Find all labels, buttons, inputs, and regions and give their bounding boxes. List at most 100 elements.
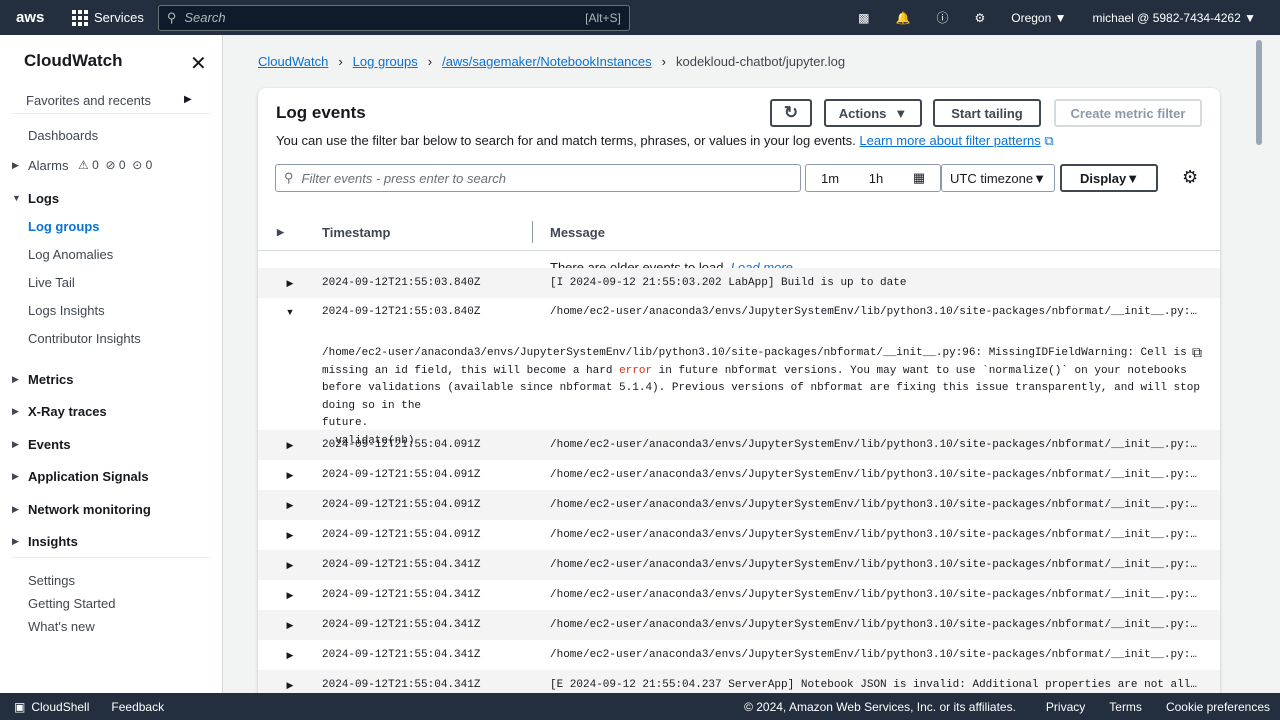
expand-all-icon[interactable]: ▶ — [277, 227, 284, 238]
caret-right-icon[interactable]: ▶ — [12, 406, 19, 417]
search-input[interactable]: ⚲ Search [Alt+S] — [157, 4, 630, 31]
settings-gear-icon[interactable]: ⚙ — [1182, 167, 1198, 188]
log-event-row[interactable]: ▶ 2024-09-12T21:55:04.091Z/home/ec2-user/… — [258, 460, 1220, 490]
caret-down-icon[interactable]: ▼ — [12, 193, 21, 203]
description-text: You can use the filter bar below to sear… — [276, 133, 856, 148]
feedback-link[interactable]: Feedback — [111, 700, 164, 714]
region-label: Oregon — [1011, 10, 1052, 25]
column-message[interactable]: Message — [550, 225, 605, 240]
aws-logo[interactable]: aws — [16, 9, 56, 26]
log-event-row[interactable]: ▶ 2024-09-12T21:55:04.341Z/home/ec2-user/… — [258, 580, 1220, 610]
log-event-row[interactable]: ▼ 2024-09-12T21:55:03.840Z/home/ec2-user/… — [258, 297, 1220, 327]
column-timestamp[interactable]: Timestamp — [322, 225, 390, 240]
help-icon[interactable]: ⓘ — [936, 9, 948, 26]
sidebar-item-dashboards[interactable]: Dashboards — [28, 128, 98, 143]
sidebar-item-logs-insights[interactable]: Logs Insights — [28, 303, 105, 318]
services-menu[interactable]: Services — [72, 9, 144, 26]
sidebar-item-insights[interactable]: Insights — [28, 534, 78, 549]
caret-right-icon[interactable]: ▶ — [12, 471, 19, 482]
sidebar-item-network-monitoring[interactable]: Network monitoring — [28, 502, 151, 517]
region-selector[interactable]: Oregon ▼ — [1011, 11, 1066, 25]
sidebar-item-logs[interactable]: Logs — [28, 191, 59, 206]
caret-right-icon[interactable]: ▶ — [12, 439, 19, 450]
log-event-row[interactable]: ▶ 2024-09-12T21:55:04.091Z/home/ec2-user/… — [258, 490, 1220, 520]
breadcrumb-log-group[interactable]: /aws/sagemaker/NotebookInstances — [442, 54, 652, 69]
sidebar-item-contributor-insights[interactable]: Contributor Insights — [28, 331, 141, 346]
log-event-row[interactable]: ▶ 2024-09-12T21:55:04.341Z/home/ec2-user/… — [258, 550, 1220, 580]
external-link-icon: ⧉ — [1044, 133, 1054, 148]
start-tailing-button[interactable]: Start tailing — [933, 99, 1041, 127]
sidebar-item-events[interactable]: Events — [28, 437, 71, 452]
ok-count: 0 — [118, 158, 126, 172]
bell-icon[interactable]: 🔔 — [896, 11, 911, 25]
caret-right-icon[interactable]: ▶ — [12, 536, 19, 547]
log-event-row[interactable]: ▶ 2024-09-12T21:55:04.341Z/home/ec2-user/… — [258, 610, 1220, 640]
learn-more-link[interactable]: Learn more about filter patterns — [859, 133, 1040, 148]
caret-right-icon[interactable]: ▶ — [12, 160, 19, 171]
row-timestamp: 2024-09-12T21:55:04.341Z — [322, 619, 481, 631]
breadcrumb-log-groups[interactable]: Log groups — [353, 54, 418, 69]
cloudshell-icon[interactable]: ▩ — [858, 11, 869, 25]
breadcrumb-cloudwatch[interactable]: CloudWatch — [258, 54, 328, 69]
display-label: Display — [1080, 170, 1127, 186]
favorites-and-recents[interactable]: Favorites and recents — [26, 93, 151, 108]
top-nav: aws Services ⚲ Search [Alt+S] ▩ 🔔 ⓘ ⚙ Oreg… — [0, 0, 1280, 35]
caret-right-icon[interactable]: ▶ — [258, 530, 322, 541]
range-1m[interactable]: 1m — [806, 171, 854, 186]
log-event-row[interactable]: ▶ 2024-09-12T21:55:03.840Z [I 2024-09-12 2… — [258, 268, 1220, 298]
timezone-label: UTC timezone — [950, 170, 1034, 186]
scrollbar[interactable] — [1256, 40, 1264, 688]
caret-right-icon[interactable]: ▶ — [12, 504, 19, 515]
sidebar-item-metrics[interactable]: Metrics — [28, 372, 74, 387]
sidebar-item-log-anomalies[interactable]: Log Anomalies — [28, 247, 113, 262]
caret-right-icon[interactable]: ▶ — [258, 278, 322, 289]
sidebar-item-alarms[interactable]: Alarms — [28, 158, 68, 173]
terms-link[interactable]: Terms — [1109, 700, 1142, 714]
log-event-row[interactable]: ▶ 2024-09-12T21:55:04.341Z/home/ec2-user/… — [258, 640, 1220, 670]
caret-right-icon[interactable]: ▶ — [258, 680, 322, 691]
calendar-icon[interactable]: ▦ — [898, 170, 940, 186]
sidebar-item-getting-started[interactable]: Getting Started — [28, 596, 115, 611]
caret-right-icon[interactable]: ▶ — [12, 374, 19, 385]
caret-right-icon[interactable]: ▶ — [258, 500, 322, 511]
caret-right-icon[interactable]: ▶ — [258, 560, 322, 571]
range-1h[interactable]: 1h — [854, 171, 898, 186]
refresh-button[interactable]: ↻ — [770, 99, 812, 127]
row-timestamp: 2024-09-12T21:55:04.341Z — [322, 649, 481, 661]
caret-down-icon: ▼ — [1126, 170, 1140, 186]
sidebar-item-xray[interactable]: X-Ray traces — [28, 404, 107, 419]
caret-right-icon[interactable]: ▶ — [258, 440, 322, 451]
actions-button[interactable]: Actions ▼ — [824, 99, 922, 127]
filter-events-input[interactable]: ⚲ Filter events - press enter to search — [275, 164, 801, 192]
account-label: michael @ 5982-7434-4262 — [1092, 10, 1241, 25]
display-button[interactable]: Display ▼ — [1060, 164, 1158, 192]
caret-right-icon[interactable]: ▶ — [258, 470, 322, 481]
copy-icon[interactable]: ⧉ — [1192, 344, 1202, 361]
chevron-right-icon: › — [338, 54, 343, 69]
close-icon[interactable]: ✕ — [190, 51, 207, 76]
row-timestamp: 2024-09-12T21:55:04.341Z — [322, 679, 481, 691]
cloudshell-icon[interactable]: ▣ — [14, 700, 25, 714]
cookie-preferences-link[interactable]: Cookie preferences — [1166, 700, 1270, 714]
row-message: [E 2024-09-12 21:55:04.237 ServerApp] No… — [550, 679, 1198, 691]
sidebar-item-live-tail[interactable]: Live Tail — [28, 275, 75, 290]
caret-right-icon[interactable]: ▶ — [258, 650, 322, 661]
cloudshell-link[interactable]: CloudShell — [31, 700, 89, 714]
caret-right-icon[interactable]: ▶ — [258, 620, 322, 631]
caret-right-icon[interactable]: ▶ — [258, 590, 322, 601]
account-menu[interactable]: michael @ 5982-7434-4262 ▼ — [1093, 11, 1257, 25]
sidebar-item-log-groups[interactable]: Log groups — [28, 219, 100, 234]
caret-right-icon[interactable]: ▶ — [184, 94, 192, 105]
privacy-link[interactable]: Privacy — [1046, 700, 1085, 714]
caret-down-icon[interactable]: ▼ — [258, 307, 322, 317]
log-event-row[interactable]: ▶ 2024-09-12T21:55:04.091Z/home/ec2-user/… — [258, 520, 1220, 550]
gear-icon[interactable]: ⚙ — [974, 11, 985, 25]
row-timestamp: 2024-09-12T21:55:04.091Z — [322, 499, 481, 511]
create-metric-filter-button[interactable]: Create metric filter — [1054, 99, 1202, 127]
sidebar-item-whats-new[interactable]: What's new — [28, 619, 95, 634]
timezone-select[interactable]: UTC timezone ▼ — [941, 164, 1055, 192]
row-timestamp: 2024-09-12T21:55:04.091Z — [322, 529, 481, 541]
sidebar-item-application-signals[interactable]: Application Signals — [28, 469, 149, 484]
row-message: [I 2024-09-12 21:55:03.202 LabApp] Build… — [550, 277, 907, 289]
sidebar-item-settings[interactable]: Settings — [28, 573, 75, 588]
